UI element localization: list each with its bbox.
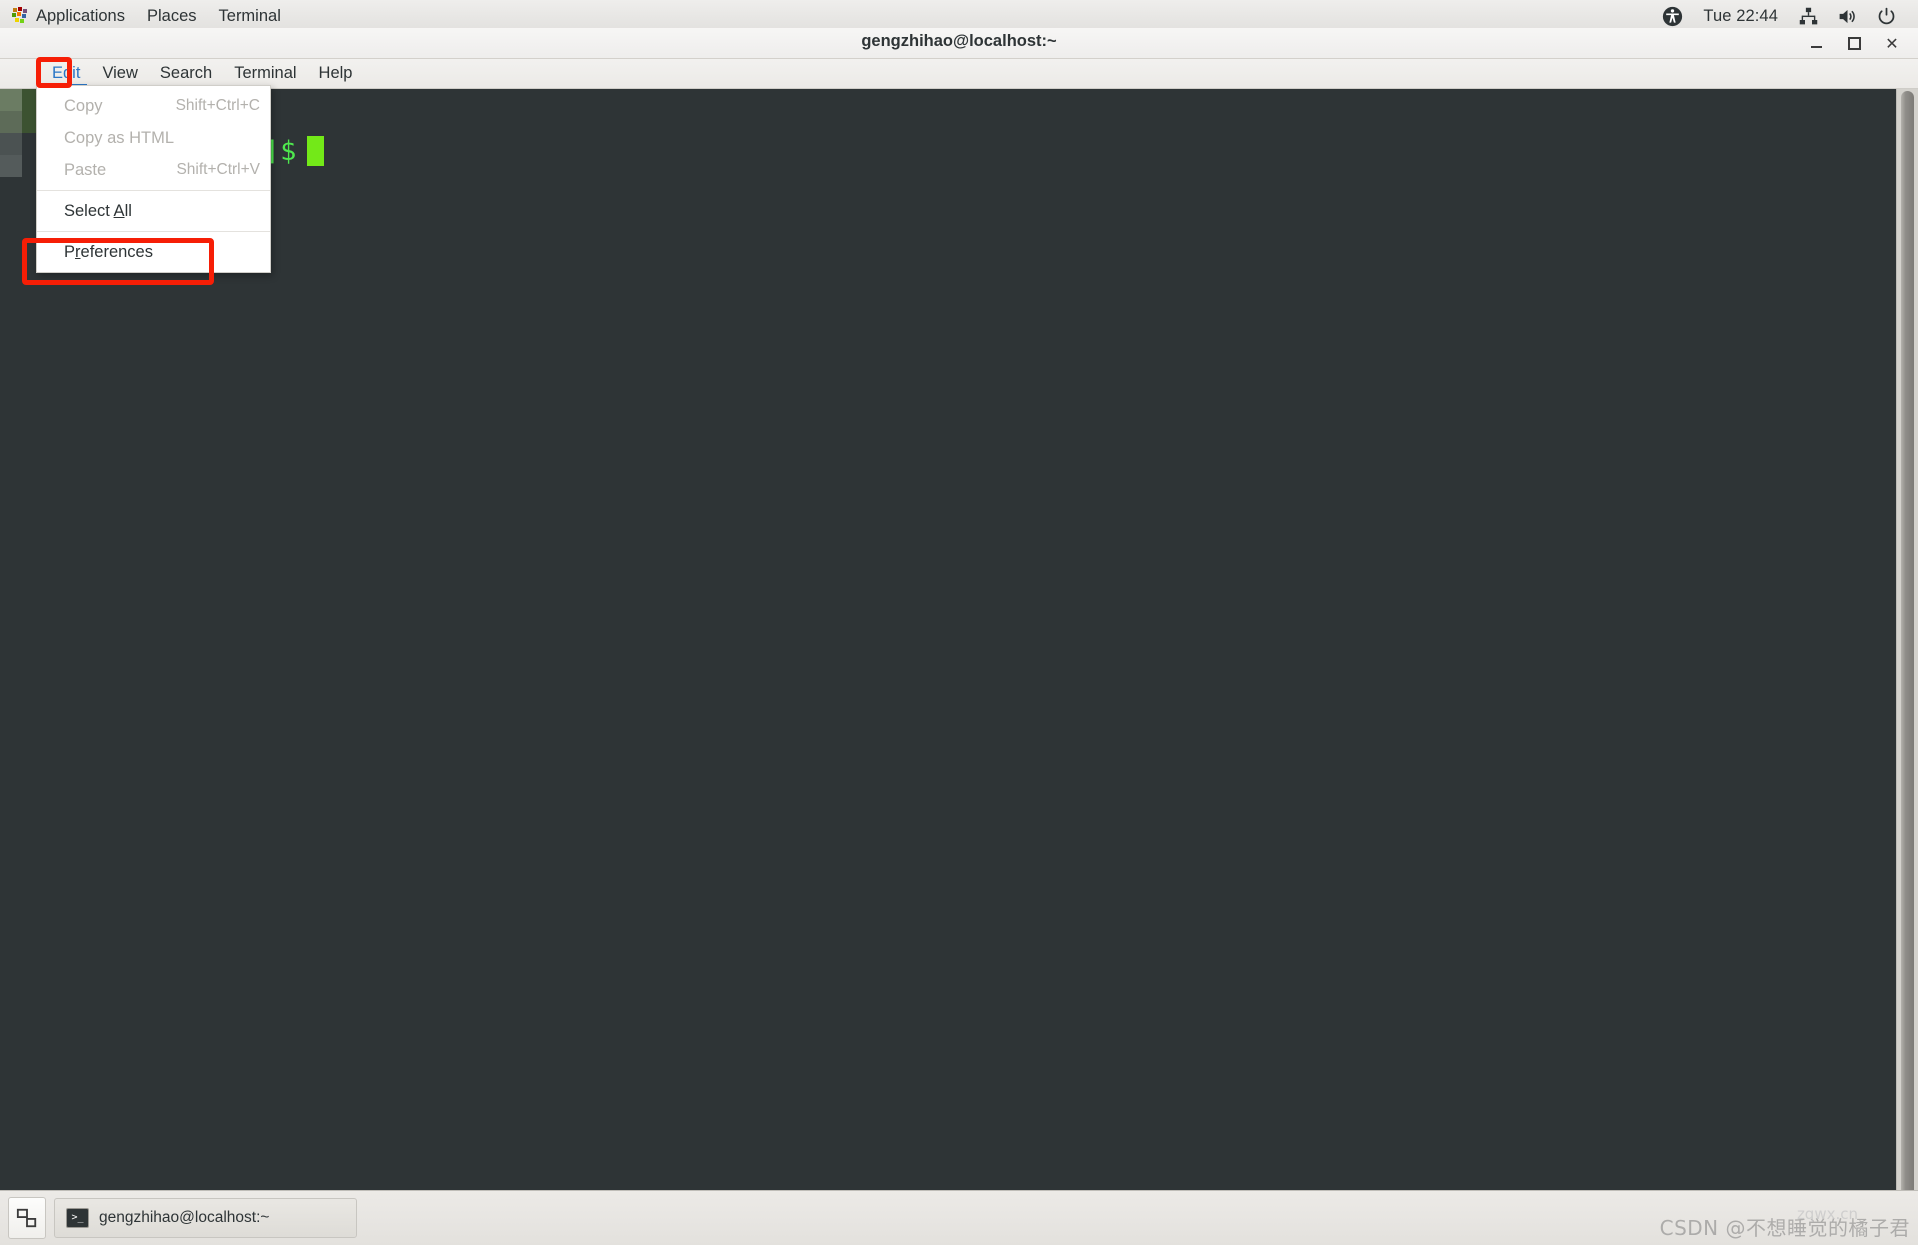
panel-label-places: Places bbox=[146, 6, 197, 25]
menu-search-label: Search bbox=[159, 64, 213, 82]
menu-edit-label: Edit bbox=[52, 64, 81, 82]
close-button[interactable]: ✕ bbox=[1882, 34, 1902, 54]
menu-item-copy[interactable]: Copy Shift+Ctrl+C bbox=[37, 90, 270, 122]
menu-help[interactable]: Help bbox=[308, 59, 364, 88]
menu-item-copy-label: Copy bbox=[64, 96, 103, 115]
desktop-screen: Applications Places Terminal Tue 22:44 g… bbox=[0, 0, 1918, 1245]
menu-item-paste-accel: Shift+Ctrl+V bbox=[176, 161, 260, 178]
menu-item-paste-label: Paste bbox=[64, 160, 107, 179]
menu-edit[interactable]: Edit bbox=[41, 59, 91, 88]
menu-item-copy-as-html-label: Copy as HTML bbox=[64, 128, 175, 147]
terminal-window: gengzhihao@localhost:~ ✕ Edit View Searc… bbox=[0, 28, 1918, 1218]
menu-search[interactable]: Search bbox=[149, 59, 223, 88]
select-all-post: ll bbox=[124, 201, 132, 220]
panel-label-applications: Applications bbox=[36, 6, 125, 25]
taskbar-window-label: gengzhihao@localhost:~ bbox=[99, 1209, 270, 1226]
menu-item-preferences[interactable]: Preferences bbox=[37, 236, 270, 268]
gnome-footprint-icon bbox=[11, 7, 29, 25]
window-title: gengzhihao@localhost:~ bbox=[861, 32, 1057, 50]
clock-label: Tue 22:44 bbox=[1703, 6, 1778, 25]
terminal-cursor bbox=[306, 136, 324, 166]
watermark: CSDN @不想睡觉的橘子君 bbox=[1659, 1216, 1910, 1240]
menu-terminal-label: Terminal bbox=[234, 64, 297, 82]
window-titlebar[interactable]: gengzhihao@localhost:~ ✕ bbox=[0, 28, 1918, 59]
menu-separator bbox=[37, 190, 270, 191]
watermark-sub: zqwx.cn bbox=[1796, 1205, 1858, 1223]
menu-item-preferences-label: Preferences bbox=[64, 243, 153, 262]
menu-view[interactable]: View bbox=[91, 59, 148, 88]
window-controls: ✕ bbox=[1806, 28, 1910, 59]
menu-item-copy-accel: Shift+Ctrl+C bbox=[175, 97, 260, 114]
show-desktop-button[interactable] bbox=[8, 1197, 46, 1239]
menu-item-select-all-label: Select All bbox=[64, 202, 132, 221]
panel-label-terminal: Terminal bbox=[218, 6, 281, 25]
bottom-taskbar: >_ gengzhihao@localhost:~ bbox=[0, 1190, 1918, 1245]
edit-dropdown-menu: Copy Shift+Ctrl+C Copy as HTML Paste Shi… bbox=[36, 85, 271, 273]
terminal-scrollbar[interactable] bbox=[1896, 89, 1918, 1218]
select-all-mnemonic: A bbox=[113, 201, 125, 220]
menu-item-copy-as-html[interactable]: Copy as HTML bbox=[37, 122, 270, 154]
minimize-button[interactable] bbox=[1806, 34, 1826, 54]
menu-separator bbox=[37, 231, 270, 232]
maximize-button[interactable] bbox=[1844, 34, 1864, 54]
terminal-icon: >_ bbox=[66, 1208, 89, 1228]
preferences-post: eferences bbox=[80, 242, 153, 261]
terminal-menubar: Edit View Search Terminal Help bbox=[0, 59, 1918, 89]
select-all-pre: Select bbox=[64, 201, 114, 220]
terminal-content-area[interactable]: lhost ~]$ bbox=[0, 89, 1918, 1218]
menu-help-label: Help bbox=[318, 64, 353, 82]
menu-item-paste[interactable]: Paste Shift+Ctrl+V bbox=[37, 154, 270, 186]
menu-view-label: View bbox=[102, 64, 138, 82]
taskbar-window-button[interactable]: >_ gengzhihao@localhost:~ bbox=[54, 1198, 357, 1238]
menu-terminal[interactable]: Terminal bbox=[223, 59, 307, 88]
show-desktop-icon bbox=[16, 1208, 37, 1228]
menu-item-select-all[interactable]: Select All bbox=[37, 195, 270, 227]
preferences-pre: P bbox=[64, 242, 76, 261]
terminal-scrollbar-thumb[interactable] bbox=[1901, 91, 1914, 1213]
